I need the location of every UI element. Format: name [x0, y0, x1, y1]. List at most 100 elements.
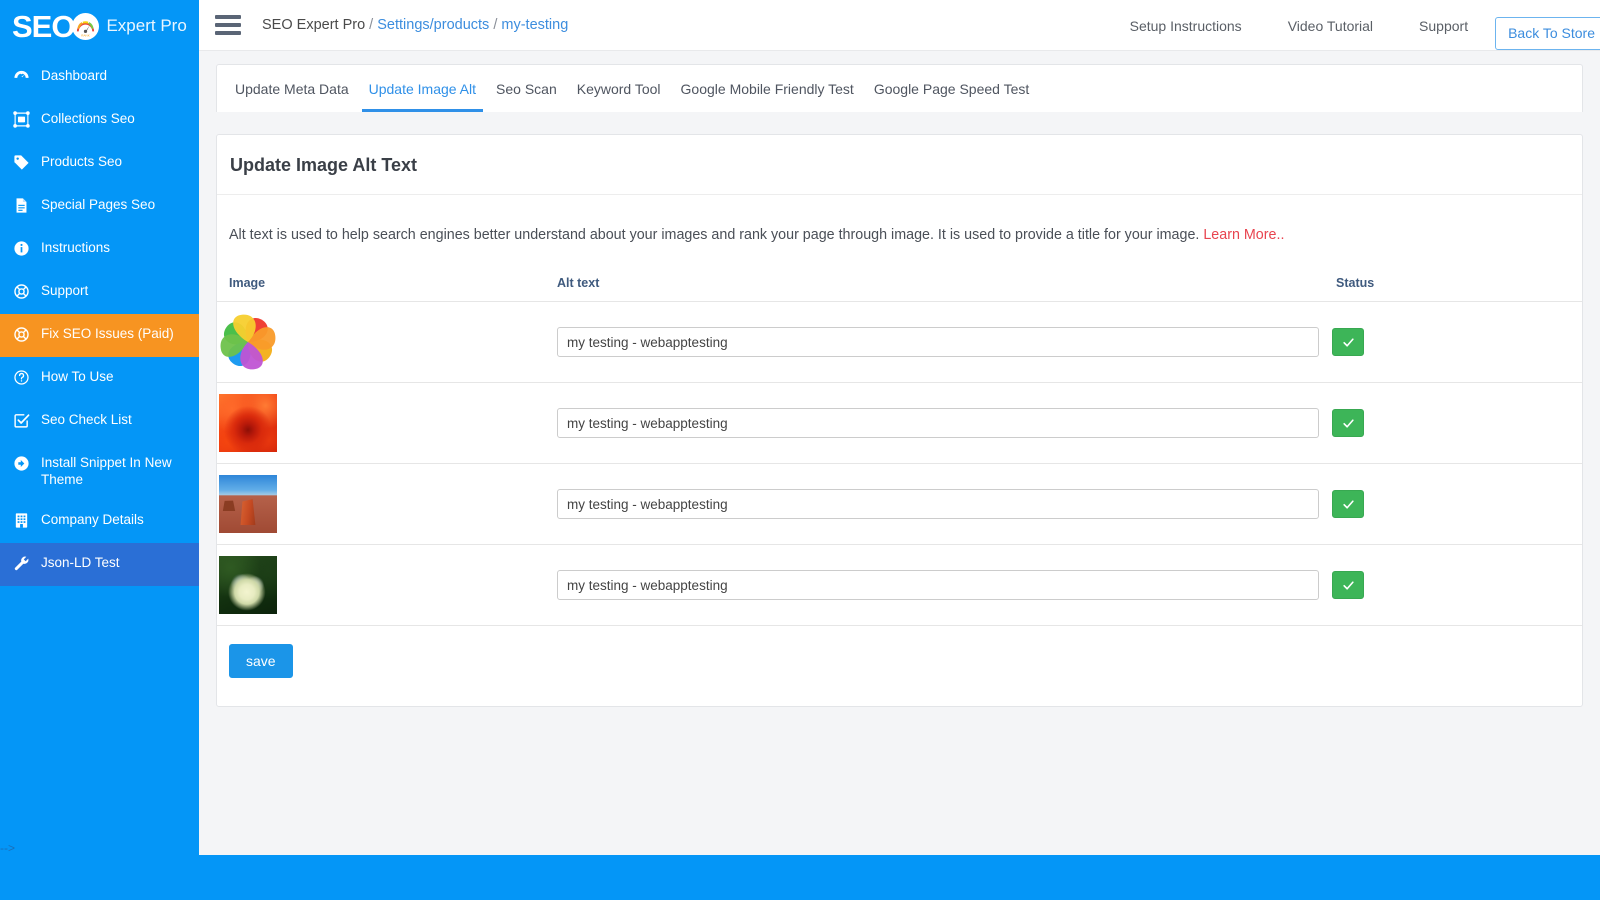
row-status-cell — [1332, 464, 1582, 545]
sidebar-item-label: Support — [41, 282, 189, 300]
speedometer-glyph: RANK — [74, 16, 97, 39]
sidebar-item-products-seo[interactable]: Products Seo — [0, 142, 199, 185]
column-header-alt-text: Alt text — [557, 273, 1332, 302]
sidebar-item-seo-check-list[interactable]: Seo Check List — [0, 400, 199, 443]
sidebar-item-fix-seo-issues[interactable]: Fix SEO Issues (Paid) — [0, 314, 199, 357]
column-header-status: Status — [1332, 273, 1582, 302]
tab-update-image-alt[interactable]: Update Image Alt — [362, 82, 483, 112]
tabs-container: Update Meta Data Update Image Alt Seo Sc… — [216, 64, 1583, 112]
table-header-row: Image Alt text Status — [217, 273, 1582, 302]
sidebar-item-dashboard[interactable]: Dashboard — [0, 56, 199, 99]
card-description: Alt text is used to help search engines … — [217, 209, 1582, 259]
brand-seo-text: SEO — [12, 11, 74, 42]
row-alt-cell — [557, 383, 1332, 464]
wrench-icon — [13, 555, 30, 572]
check-icon — [1342, 498, 1355, 511]
tab-keyword-tool[interactable]: Keyword Tool — [570, 82, 668, 112]
brand-logo[interactable]: SEO RANK Expert Pro — [0, 0, 199, 52]
sidebar-item-label: Collections Seo — [41, 110, 189, 128]
sidebar-item-collections-seo[interactable]: Collections Seo — [0, 99, 199, 142]
sidebar-item-label: Instructions — [41, 239, 189, 257]
save-row: save — [217, 626, 1582, 678]
row-status-cell — [1332, 383, 1582, 464]
column-header-image: Image — [217, 273, 557, 302]
status-check-button[interactable] — [1332, 571, 1364, 599]
alt-text-input[interactable] — [557, 408, 1319, 438]
sidebar-item-instructions[interactable]: Instructions — [0, 228, 199, 271]
document-icon — [13, 197, 30, 214]
breadcrumb-separator: / — [365, 17, 377, 33]
table-head: Image Alt text Status — [217, 273, 1582, 302]
breadcrumb-link-my-testing[interactable]: my-testing — [501, 17, 568, 33]
breadcrumb-root: SEO Expert Pro — [262, 17, 365, 33]
table-row — [217, 383, 1582, 464]
arrow-circle-right-icon — [13, 455, 30, 472]
breadcrumb-link-settings-products[interactable]: Settings/products — [377, 17, 489, 33]
sidebar: SEO RANK Expert Pro Dashboard — [0, 0, 199, 900]
breadcrumb-separator: / — [489, 17, 501, 33]
tab-seo-scan[interactable]: Seo Scan — [489, 82, 564, 112]
alt-text-table: Image Alt text Status — [217, 273, 1582, 626]
pinwheel-graphic — [217, 311, 279, 373]
table-body — [217, 302, 1582, 626]
row-alt-cell — [557, 464, 1332, 545]
row-alt-cell — [557, 545, 1332, 626]
top-link-video-tutorial[interactable]: Video Tutorial — [1265, 18, 1396, 34]
lifebuoy-icon — [13, 283, 30, 300]
alt-text-input[interactable] — [557, 327, 1319, 357]
sidebar-item-json-ld-test[interactable]: Json-LD Test — [0, 543, 199, 586]
dashboard-icon — [13, 68, 30, 85]
info-icon — [13, 240, 30, 257]
tab-google-page-speed-test[interactable]: Google Page Speed Test — [867, 82, 1036, 112]
tab-google-mobile-friendly-test[interactable]: Google Mobile Friendly Test — [674, 82, 861, 112]
status-check-button[interactable] — [1332, 328, 1364, 356]
status-check-button[interactable] — [1332, 490, 1364, 518]
brand-expert-text: Expert Pro — [106, 16, 186, 36]
update-image-alt-card: Update Image Alt Text Alt text is used t… — [216, 134, 1583, 707]
row-image-cell — [217, 383, 557, 464]
save-button[interactable]: save — [229, 644, 293, 678]
sidebar-nav: Dashboard Collections Seo Products Seo S… — [0, 56, 199, 586]
tab-list: Update Meta Data Update Image Alt Seo Sc… — [217, 65, 1582, 112]
sidebar-item-company-details[interactable]: Company Details — [0, 500, 199, 543]
sidebar-item-label: Seo Check List — [41, 411, 189, 429]
back-to-store-button[interactable]: Back To Store — [1495, 17, 1600, 50]
sidebar-item-label: Special Pages Seo — [41, 196, 189, 214]
sidebar-item-special-pages-seo[interactable]: Special Pages Seo — [0, 185, 199, 228]
check-icon — [1342, 336, 1355, 349]
hamburger-icon[interactable] — [215, 15, 241, 35]
sidebar-item-label: Company Details — [41, 511, 189, 529]
topbar-links: Setup Instructions Video Tutorial Suppor… — [1107, 0, 1600, 51]
sidebar-item-label: Fix SEO Issues (Paid) — [41, 325, 189, 343]
sidebar-item-label: Json-LD Test — [41, 554, 189, 572]
building-icon — [13, 512, 30, 529]
sidebar-item-support[interactable]: Support — [0, 271, 199, 314]
sidebar-item-install-snippet[interactable]: Install Snippet In New Theme — [0, 443, 199, 500]
red-chrysanthemum-thumbnail — [217, 392, 279, 454]
alt-text-input[interactable] — [557, 570, 1319, 600]
sidebar-item-how-to-use[interactable]: How To Use — [0, 357, 199, 400]
table-row — [217, 302, 1582, 383]
row-status-cell — [1332, 545, 1582, 626]
collections-icon — [13, 111, 30, 128]
sidebar-item-label: How To Use — [41, 368, 189, 386]
app-root: SEO RANK Expert Pro Dashboard — [0, 0, 1600, 900]
card-description-text: Alt text is used to help search engines … — [229, 227, 1199, 243]
row-image-cell — [217, 545, 557, 626]
table-row — [217, 464, 1582, 545]
top-link-setup-instructions[interactable]: Setup Instructions — [1107, 18, 1265, 34]
speedometer-icon: RANK — [72, 13, 99, 40]
table-row — [217, 545, 1582, 626]
sidebar-item-label: Products Seo — [41, 153, 189, 171]
top-link-support[interactable]: Support — [1396, 18, 1491, 34]
sidebar-item-label: Dashboard — [41, 67, 189, 85]
status-check-button[interactable] — [1332, 409, 1364, 437]
check-square-icon — [13, 412, 30, 429]
alt-text-input[interactable] — [557, 489, 1319, 519]
tag-icon — [13, 154, 30, 171]
svg-text:RANK: RANK — [82, 33, 90, 37]
row-image-cell — [217, 302, 557, 383]
learn-more-link[interactable]: Learn More.. — [1203, 227, 1284, 243]
tab-update-meta-data[interactable]: Update Meta Data — [228, 82, 356, 112]
desert-mesa-thumbnail — [217, 473, 279, 535]
